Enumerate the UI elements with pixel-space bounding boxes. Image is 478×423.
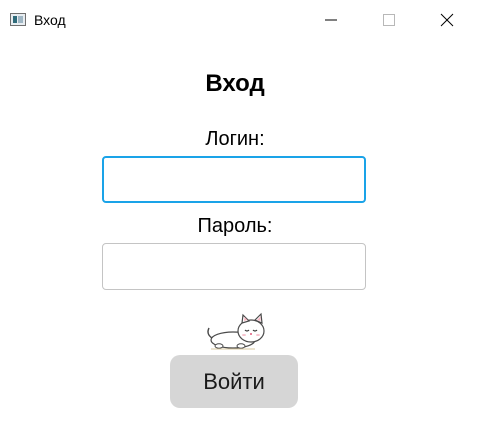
title-bar[interactable]: Вход (0, 0, 478, 40)
maximize-icon (383, 14, 395, 26)
login-label: Логин: (205, 128, 265, 150)
minimize-button[interactable] (302, 0, 360, 40)
sleeping-cat-image (207, 312, 265, 350)
window-title: Вход (34, 12, 66, 28)
maximize-button[interactable] (360, 0, 418, 40)
app-icon (10, 13, 26, 26)
login-input[interactable] (102, 156, 366, 203)
login-button[interactable]: Войти (170, 355, 298, 408)
page-title: Вход (205, 70, 265, 97)
app-icon-pane-right (18, 16, 23, 23)
password-input[interactable] (102, 243, 366, 290)
minimize-icon (325, 19, 337, 21)
password-label: Пароль: (197, 215, 273, 237)
app-icon-pane-left (13, 16, 17, 23)
close-icon (440, 13, 454, 27)
login-window: Вход Вход Логин: Пароль: Войти (0, 0, 478, 423)
close-button[interactable] (418, 0, 476, 40)
